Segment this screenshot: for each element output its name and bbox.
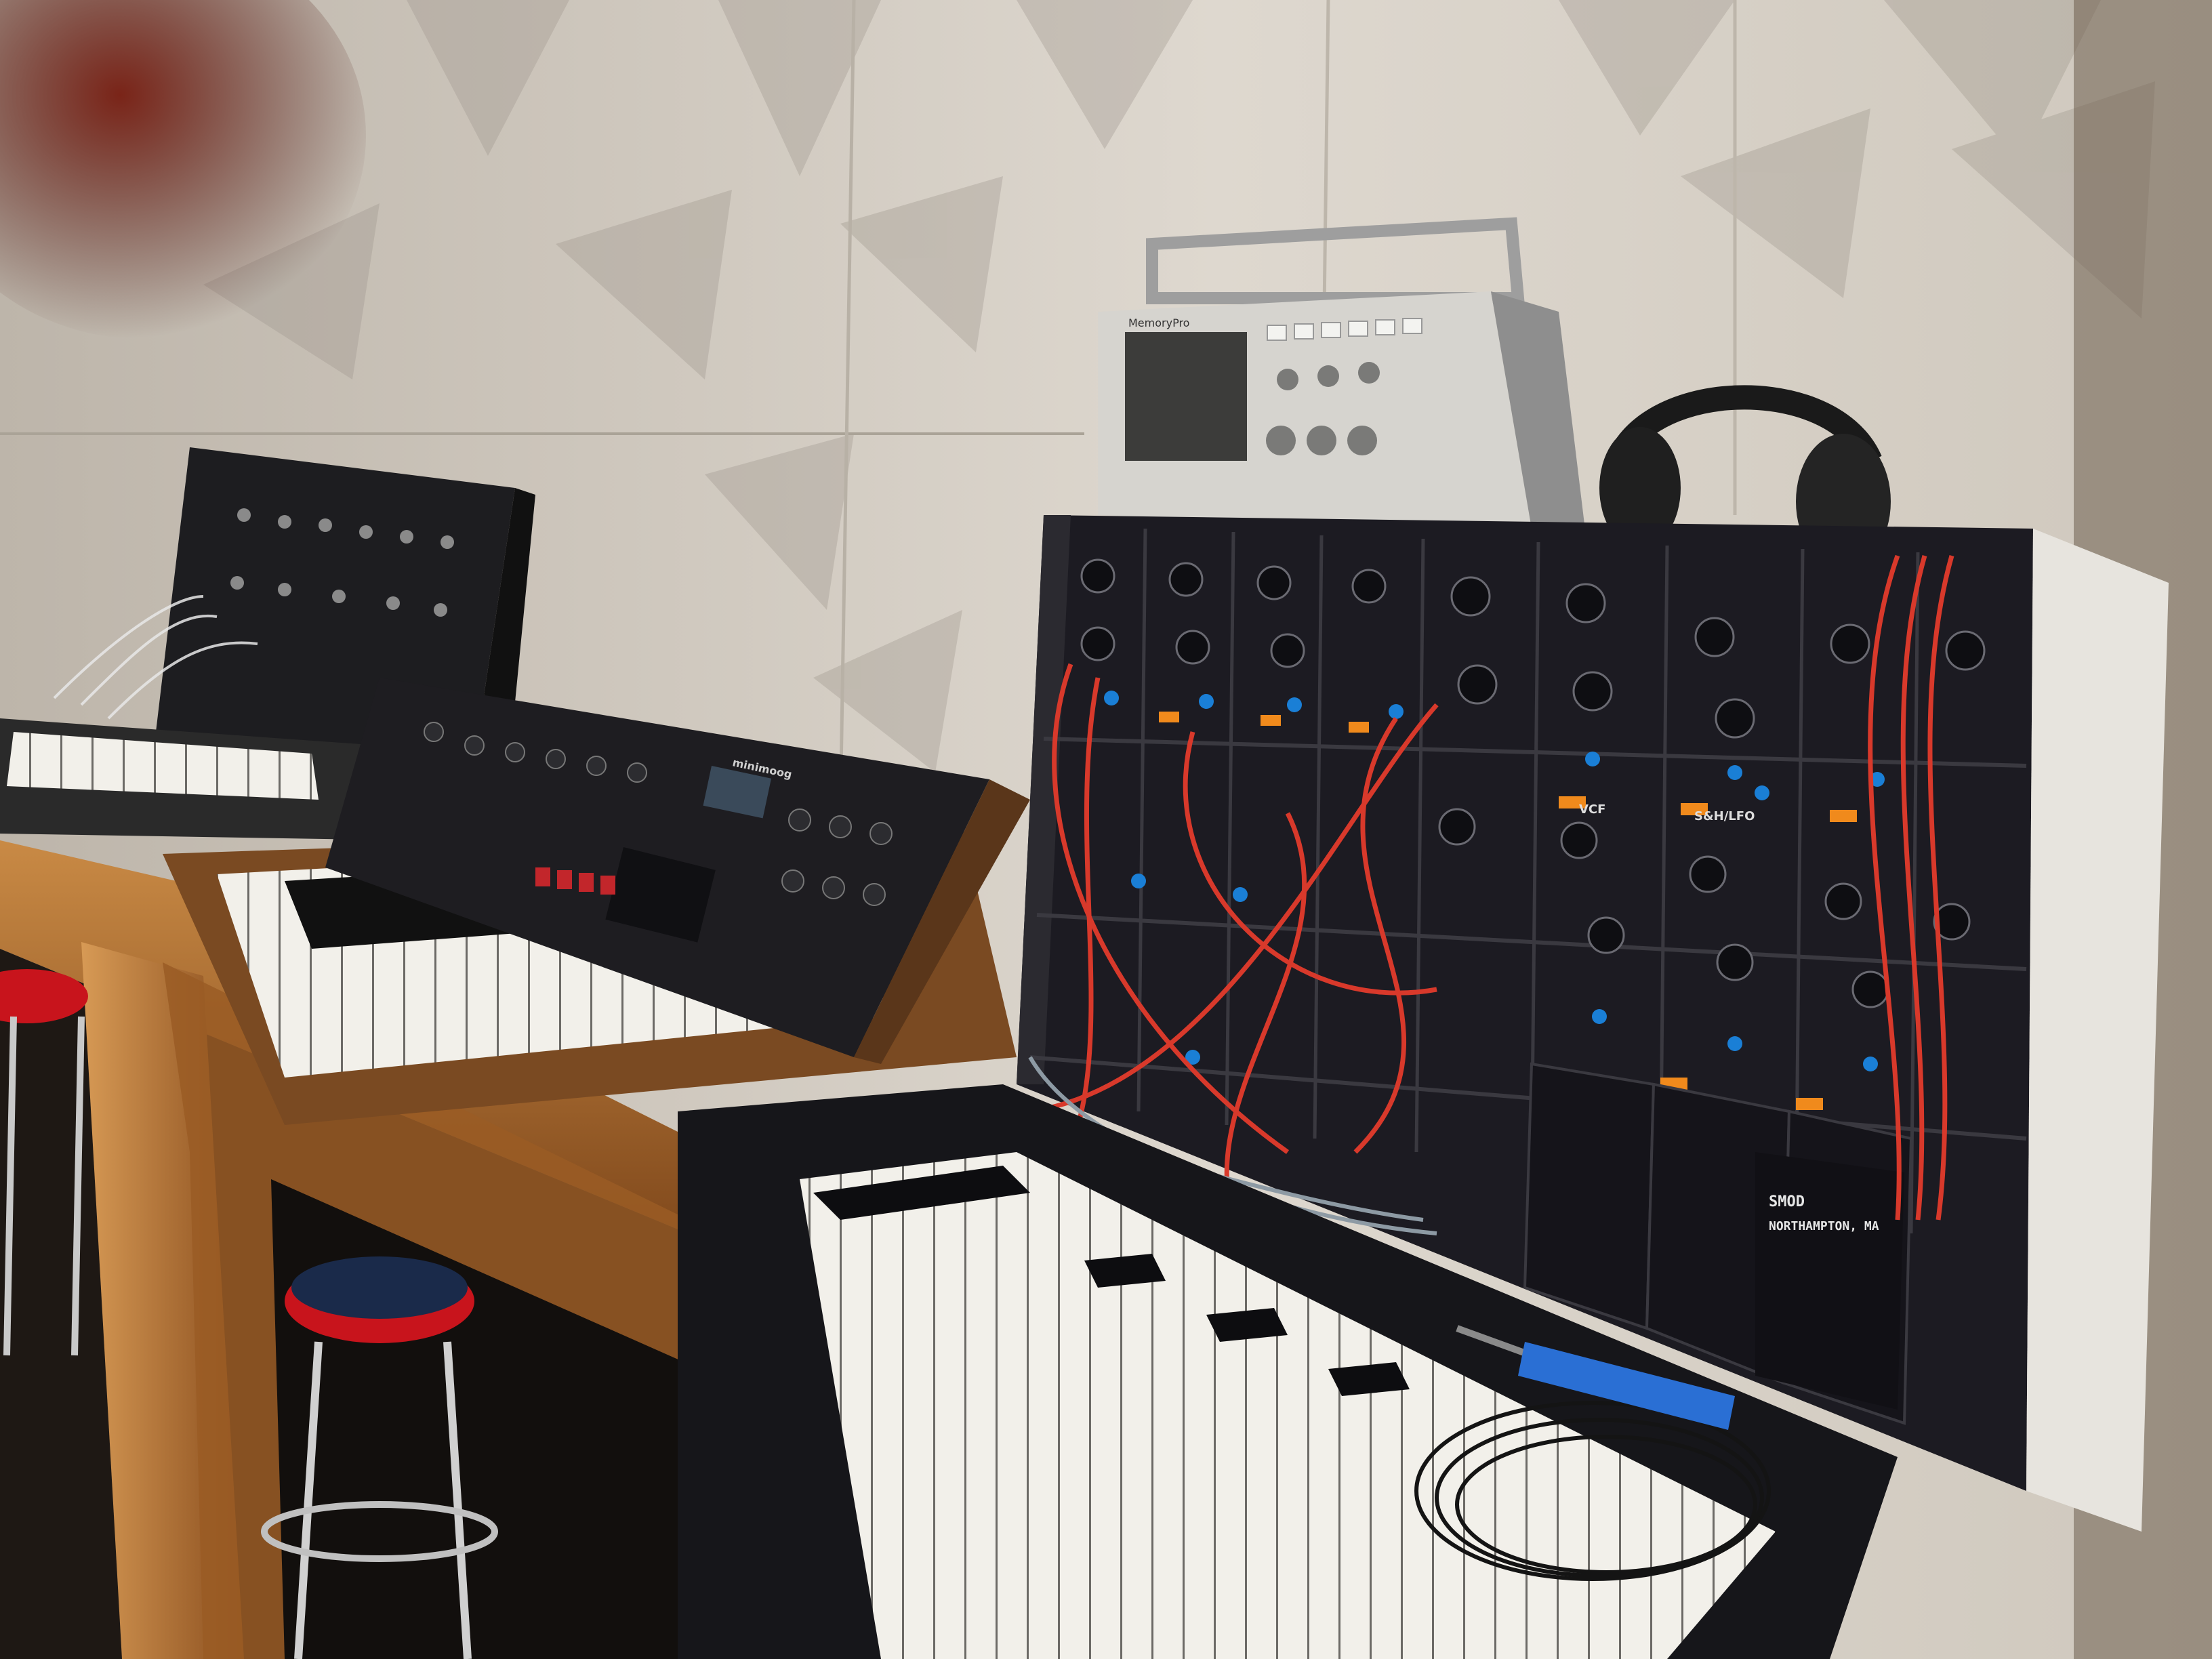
panel-plate-line1: SMOD — [1769, 1193, 1805, 1210]
module-tag-shlfo: S&H/LFO — [1694, 809, 1755, 823]
scope-brand: MemoryPro — [1128, 316, 1189, 329]
studio-photo: minimoog MemoryPro SMOD NORTHAMPTON, MA … — [0, 0, 2212, 1659]
panel-plate-line2: NORTHAMPTON, MA — [1769, 1219, 1879, 1233]
module-tag-vcf: VCF — [1579, 802, 1605, 817]
scope-screen — [1125, 332, 1247, 461]
